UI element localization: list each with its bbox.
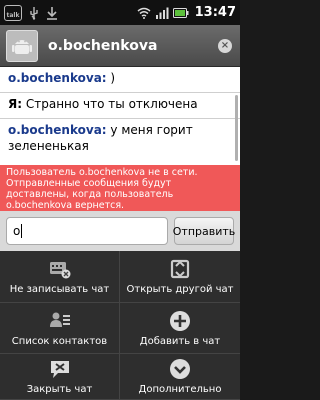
menu-item-label: Добавить в чат (139, 335, 221, 347)
chat-title: o.bochenkova (48, 37, 158, 54)
contacts-icon (48, 310, 72, 332)
message-item: o.bochenkova: у меня горит зелененькая (0, 119, 240, 163)
menu-item-more[interactable]: Дополнительно (120, 354, 240, 400)
download-icon (47, 6, 57, 20)
message-list[interactable]: o.bochenkova: ) Я: Странно что ты отключ… (0, 67, 240, 165)
status-time: 13:47 (194, 5, 236, 20)
scrollbar[interactable] (235, 95, 238, 161)
message-input[interactable]: о (6, 217, 168, 245)
menu-item-label: Дополнительно (138, 384, 222, 395)
menu-item-label: Не записывать чат (9, 284, 110, 295)
chat-header: o.bochenkova × (0, 25, 240, 67)
compose-bar: о Отправить (0, 211, 240, 251)
message-item: Я: Странно что ты отключена (0, 93, 240, 119)
offline-warning: Пользователь o.bochenkova не в сети. Отп… (0, 165, 240, 211)
message-input-value: о (13, 224, 21, 238)
status-bar: talk 13:47 (0, 0, 240, 25)
switch-chat-icon (168, 258, 192, 280)
message-item: o.bochenkova: ) (0, 67, 240, 93)
message-sender: o.bochenkova: (8, 71, 107, 85)
text-caret (21, 224, 23, 238)
avatar (6, 29, 38, 62)
menu-item-close-chat[interactable]: Закрыть чат (0, 354, 120, 400)
menu-item-label: Список контактов (11, 335, 108, 347)
menu-item-label: Закрыть чат (26, 384, 93, 395)
talk-label: talk (6, 11, 20, 19)
options-menu: Не записывать чат Открыть другой чат Спи… (0, 251, 240, 400)
message-text: ) (106, 71, 116, 85)
menu-item-switch-chat[interactable]: Открыть другой чат (120, 251, 240, 303)
record-off-icon (48, 258, 72, 280)
usb-icon (30, 6, 38, 20)
signal-icon (155, 7, 169, 19)
wifi-icon (137, 7, 151, 19)
close-icon: × (220, 39, 230, 51)
menu-item-contacts[interactable]: Список контактов (0, 303, 120, 354)
menu-item-add-to-chat[interactable]: Добавить в чат (120, 303, 240, 354)
send-button[interactable]: Отправить (173, 217, 235, 245)
battery-icon (172, 7, 189, 18)
message-sender: o.bochenkova: (8, 123, 107, 137)
message-sender: Я: (8, 97, 23, 111)
menu-item-label: Открыть другой чат (126, 284, 234, 295)
menu-item-record-off[interactable]: Не записывать чат (0, 251, 120, 303)
close-chat-icon (48, 358, 72, 380)
more-icon (168, 358, 192, 380)
close-chat-button[interactable]: × (218, 38, 232, 53)
android-avatar-icon (12, 39, 32, 54)
talk-notification-icon: talk (4, 4, 22, 21)
message-text: Странно что ты отключена (22, 97, 198, 111)
add-icon (168, 310, 192, 332)
